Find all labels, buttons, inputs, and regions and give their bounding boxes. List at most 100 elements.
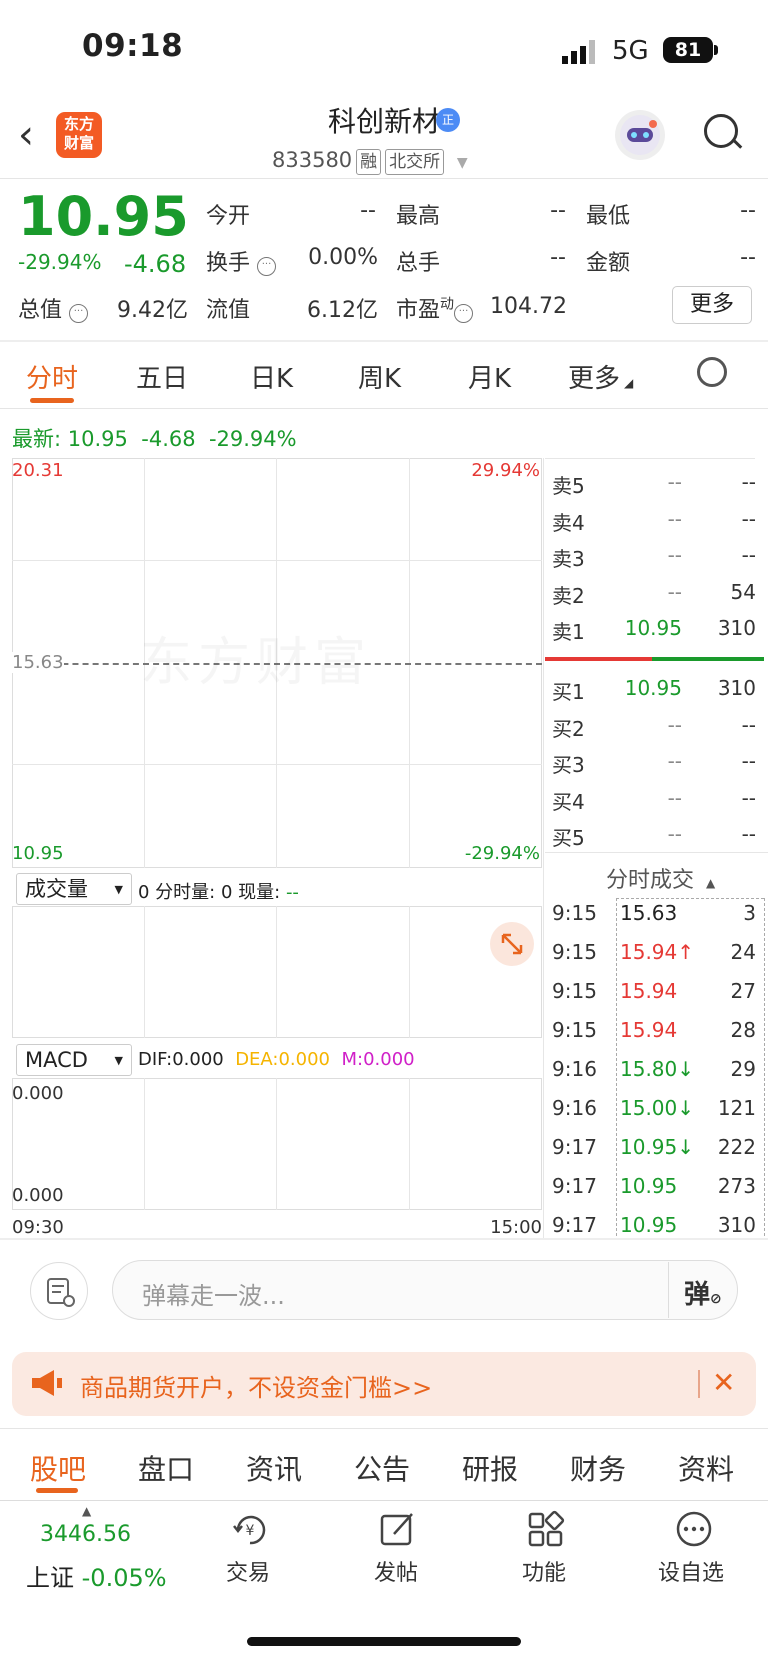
divider	[0, 408, 768, 409]
tick-price: 15.00↓	[620, 1096, 695, 1120]
tick-time: 9:16	[552, 1096, 597, 1120]
nav-trade-label[interactable]: 交易	[226, 1555, 270, 1587]
nav-watchlist-label[interactable]: 设自选	[658, 1555, 724, 1587]
tick-time: 9:15	[552, 1018, 597, 1042]
label-total-cap: 总值 ···	[18, 292, 89, 324]
label-turnover: 换手 ···	[206, 245, 277, 277]
dropdown-icon[interactable]: ▼	[457, 155, 468, 171]
home-indicator[interactable]	[247, 1637, 521, 1646]
status-time: 09:18	[82, 28, 184, 64]
tab-monthly-k[interactable]: 月K	[468, 358, 511, 395]
more-dots-icon[interactable]	[674, 1510, 714, 1548]
value-volume: --	[550, 245, 566, 270]
tab-intraday[interactable]: 分时	[26, 358, 78, 395]
tab-profile[interactable]: 资料	[678, 1448, 734, 1488]
tab-underline	[30, 398, 74, 403]
grid-line	[144, 906, 145, 1038]
change-percent: -29.94%	[18, 250, 102, 274]
ticks-title[interactable]: 分时成交 ▲	[606, 862, 715, 894]
ask-ratio-bar	[545, 657, 652, 661]
value-turnover: 0.00%	[308, 245, 378, 270]
expand-icon[interactable]	[490, 922, 534, 966]
info-icon[interactable]: ···	[69, 304, 89, 323]
grid-line	[144, 1078, 145, 1210]
grid-line	[276, 906, 277, 1038]
tab-more[interactable]: 更多 ◢	[568, 358, 633, 395]
chevron-up-icon[interactable]: ▲	[82, 1504, 91, 1518]
value-float-cap: 6.12亿	[307, 298, 378, 323]
tab-news[interactable]: 资讯	[246, 1448, 302, 1488]
label-amount: 金额	[586, 251, 631, 276]
tab-finance[interactable]: 财务	[570, 1448, 626, 1488]
order-volume: 310	[717, 676, 756, 700]
tab-five-day[interactable]: 五日	[136, 358, 188, 395]
more-quote-button[interactable]: 更多	[672, 286, 752, 324]
macd-indicator-select[interactable]: MACD ▼	[16, 1044, 132, 1076]
danmaku-toggle-button[interactable]: 弹⊘	[684, 1274, 722, 1311]
bid-ratio-bar	[652, 657, 764, 661]
input-divider	[668, 1262, 669, 1318]
tab-guba[interactable]: 股吧	[30, 1448, 86, 1488]
tab-daily-k[interactable]: 日K	[250, 358, 293, 395]
value-low: --	[740, 198, 756, 223]
order-volume: 54	[730, 579, 756, 604]
tick-time: 9:17	[552, 1213, 597, 1237]
tick-time: 9:15	[552, 940, 597, 964]
macd-chart[interactable]	[12, 1078, 542, 1210]
info-icon[interactable]: ···	[454, 304, 474, 323]
info-icon[interactable]: ···	[257, 257, 277, 276]
dropdown-icon: ▼	[114, 1054, 123, 1067]
order-level-label: 买2	[552, 716, 585, 741]
order-price: --	[667, 506, 682, 531]
stock-code-row[interactable]: 833580 融北交所 ▼	[272, 148, 468, 175]
label-low: 最低	[586, 204, 631, 229]
comment-list-icon[interactable]	[30, 1262, 88, 1320]
chevron-down-icon: ◢	[624, 376, 634, 390]
tick-price: 15.80↓	[620, 1057, 695, 1081]
volume-chart[interactable]	[12, 906, 542, 1038]
order-volume: --	[741, 712, 756, 737]
tab-announcements[interactable]: 公告	[354, 1448, 410, 1488]
value-total-cap: 9.42亿	[117, 298, 188, 323]
order-price: --	[667, 579, 682, 604]
nav-post-label[interactable]: 发帖	[374, 1555, 418, 1587]
trade-icon[interactable]: ¥	[230, 1510, 270, 1548]
tab-weekly-k[interactable]: 周K	[358, 358, 401, 395]
functions-grid-icon[interactable]	[526, 1510, 566, 1548]
tab-pankou[interactable]: 盘口	[138, 1448, 194, 1488]
tick-volume: 3	[743, 901, 756, 925]
tab-research[interactable]: 研报	[462, 1448, 518, 1488]
battery-icon: 81	[663, 37, 713, 63]
tick-volume: 273	[717, 1174, 756, 1198]
tick-time: 9:16	[552, 1057, 597, 1081]
gear-icon[interactable]	[697, 357, 727, 387]
ad-text[interactable]: 商品期货开户，不设资金门槛>>	[80, 1368, 432, 1403]
volume-indicator-select[interactable]: 成交量 ▼	[16, 873, 132, 905]
value-high: --	[550, 198, 566, 223]
macd-top-value: 0.000	[12, 1083, 64, 1104]
assistant-robot-icon[interactable]	[615, 110, 665, 160]
x-start-label: 09:30	[12, 1217, 64, 1238]
order-level-label: 卖3	[552, 547, 585, 571]
stock-code: 833580	[272, 148, 353, 172]
nav-functions-label[interactable]: 功能	[522, 1555, 566, 1587]
tick-price: 10.95	[620, 1174, 678, 1198]
order-volume: --	[741, 506, 756, 531]
tick-price: 10.95↓	[620, 1135, 695, 1159]
grid-line	[12, 560, 542, 561]
chevron-up-icon: ▲	[706, 876, 716, 890]
tick-volume: 27	[730, 979, 756, 1003]
tick-volume: 29	[730, 1057, 756, 1081]
order-level-label: 卖4	[552, 510, 585, 535]
index-ticker[interactable]: 上证 -0.05%	[26, 1558, 167, 1593]
close-icon[interactable]: ✕	[712, 1366, 735, 1399]
search-icon[interactable]	[704, 114, 738, 148]
order-level-label: 卖2	[552, 583, 585, 608]
current-price: 10.95	[18, 185, 189, 248]
order-price: --	[667, 712, 682, 737]
value-open: --	[360, 198, 376, 223]
compose-icon[interactable]	[378, 1510, 418, 1548]
tick-price: 10.95	[620, 1213, 678, 1237]
index-value[interactable]: 3446.56	[40, 1522, 131, 1547]
order-volume: --	[741, 470, 756, 494]
